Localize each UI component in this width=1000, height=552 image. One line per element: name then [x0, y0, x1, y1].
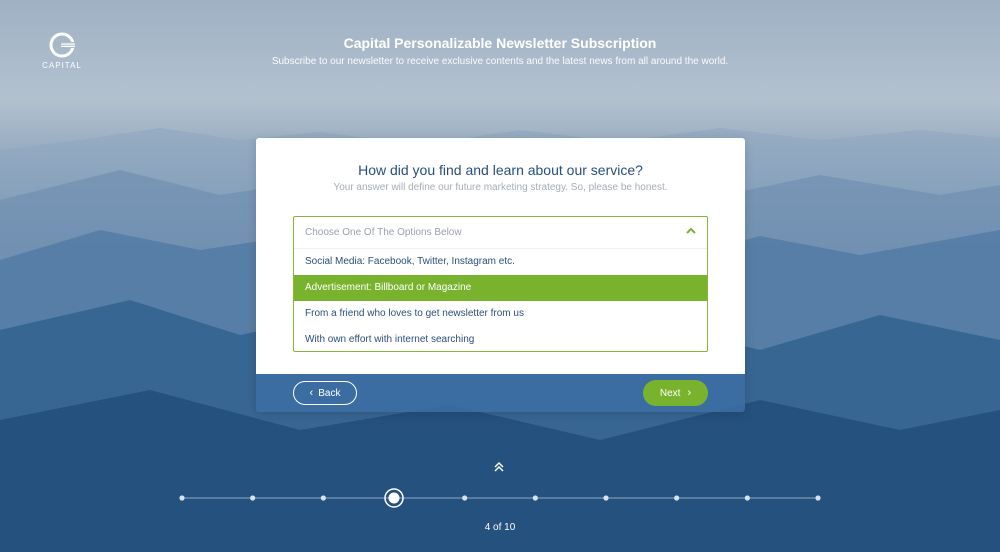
dropdown-option[interactable]: With own effort with internet searching — [294, 327, 707, 353]
dropdown-header[interactable]: Choose One Of The Options Below — [294, 217, 707, 249]
question-card: How did you find and learn about our ser… — [256, 138, 745, 412]
card-body: How did you find and learn about our ser… — [256, 138, 745, 374]
chevron-left-icon: ‹ — [309, 386, 314, 399]
back-button[interactable]: ‹ Back — [293, 381, 357, 405]
progress-step[interactable] — [462, 495, 468, 501]
progress-step[interactable] — [815, 495, 821, 501]
dropdown-placeholder: Choose One Of The Options Below — [305, 227, 462, 238]
progress-step[interactable] — [603, 495, 609, 501]
dropdown-option[interactable]: From a friend who loves to get newslette… — [294, 301, 707, 327]
next-button[interactable]: Next › — [643, 380, 708, 406]
progress-step[interactable] — [250, 495, 256, 501]
back-label: Back — [318, 387, 341, 399]
progress-step[interactable] — [532, 495, 538, 501]
chevron-up-icon[interactable] — [685, 225, 697, 237]
progress-track — [179, 488, 821, 508]
question-title: How did you find and learn about our ser… — [358, 162, 643, 178]
page-title: Capital Personalizable Newsletter Subscr… — [343, 35, 657, 51]
chevron-right-icon: › — [687, 386, 692, 399]
step-counter: 4 of 10 — [484, 522, 516, 533]
question-subtitle: Your answer will define our future marke… — [333, 182, 668, 193]
options-dropdown[interactable]: Choose One Of The Options Below Social M… — [293, 216, 708, 352]
next-label: Next — [659, 387, 681, 399]
dropdown-option-highlighted[interactable]: Advertisement: Billboard or Magazine — [294, 275, 707, 301]
page-subtitle: Subscribe to our newsletter to receive e… — [271, 56, 729, 67]
double-chevron-up-icon[interactable] — [491, 459, 507, 475]
progress-step[interactable] — [320, 495, 326, 501]
progress-step[interactable] — [674, 495, 680, 501]
progress-step[interactable] — [744, 495, 750, 501]
dropdown-option[interactable]: Social Media: Facebook, Twitter, Instagr… — [294, 249, 707, 275]
progress-step[interactable] — [179, 495, 185, 501]
card-footer: ‹ Back Next › — [256, 374, 745, 412]
